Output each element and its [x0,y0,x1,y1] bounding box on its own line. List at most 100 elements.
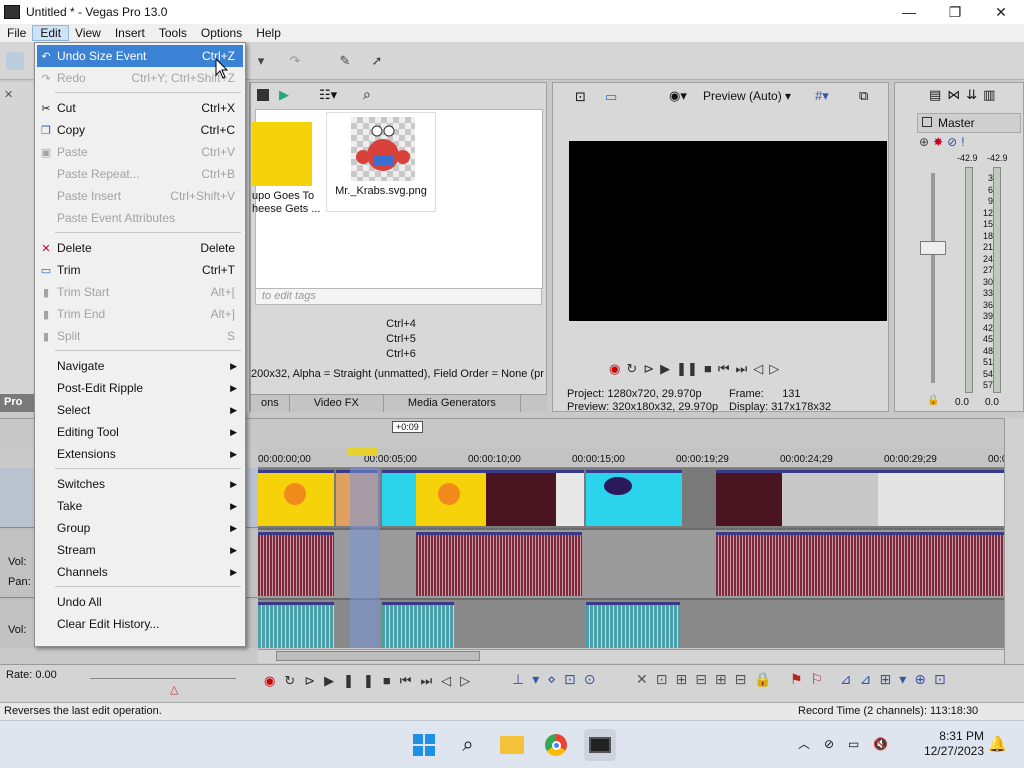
prev-frame-icon[interactable]: ◁ [753,361,763,379]
redo-icon[interactable]: ↷ [286,52,304,70]
go-end-icon[interactable]: ⏭ [736,361,748,379]
maximize-button[interactable]: ❐ [932,0,978,24]
minimize-button[interactable]: — [886,0,932,24]
loop-region[interactable] [348,448,378,456]
clock[interactable]: 8:31 PM 12/27/2023 [918,729,984,759]
help-pointer-icon[interactable]: ➚ [368,52,386,70]
menu-item-take[interactable]: Take ▶ [37,495,243,517]
mixer-toolbar-icons[interactable]: ▤⋈⇊▥ [929,87,1001,103]
stop-icon[interactable]: ■ [704,361,712,379]
preview-quality-select[interactable]: Preview (Auto) ▾ [703,89,791,103]
record-icon[interactable]: ◉ [609,361,620,379]
overlays-icon[interactable]: #▾ [815,88,829,104]
menu-insert[interactable]: Insert [108,26,152,40]
search-icon[interactable]: ⌕ [452,729,484,761]
go-start-icon[interactable]: ⏮ [718,361,730,379]
video-event[interactable] [878,470,1004,526]
scroll-thumb[interactable] [276,651,480,661]
video-event[interactable] [258,470,334,526]
edit-tool-icons[interactable]: ⊥▾⋄⊡⊙ [512,671,603,688]
video-event[interactable] [782,470,878,526]
system-tray-icons[interactable]: ︿⊘▭🔇 [798,735,902,752]
video-event[interactable] [716,470,782,526]
menu-item-undo-size-event[interactable]: ↶ Undo Size Event Ctrl+Z [37,45,243,67]
menu-view[interactable]: View [68,26,108,40]
lock-icon[interactable]: 🔒 [927,395,939,406]
video-event[interactable] [416,470,486,526]
timeline-vertical-scrollbar[interactable] [1004,418,1024,664]
start-button[interactable] [408,729,440,761]
time-ruler[interactable]: 00:00:00;00 00:00:05;00 00:00:10;00 00:0… [258,448,1007,468]
menu-item-navigate[interactable]: Navigate ▶ [37,355,243,377]
video-event[interactable] [486,470,556,526]
menu-item-undo-all[interactable]: Undo All [37,591,243,613]
chrome-icon[interactable] [540,729,572,761]
properties-icon[interactable]: ✎ [336,52,354,70]
tab-transitions[interactable]: ons [251,395,290,412]
views-icon[interactable]: ☷▾ [319,87,337,103]
tags-input[interactable]: to edit tags [255,288,542,305]
close-button[interactable]: ✕ [978,0,1024,24]
timeline-tracks[interactable] [258,468,1004,648]
tab-media-generators[interactable]: Media Generators [384,395,521,412]
menu-item-stream[interactable]: Stream ▶ [37,539,243,561]
menu-item-cut[interactable]: ✂ Cut Ctrl+X [37,97,243,119]
play-icon[interactable]: ▶ [660,361,670,379]
selection-region[interactable] [350,468,380,648]
notification-bell-icon[interactable]: 🔔 [988,735,1007,753]
auto-preview-icon[interactable]: ▶ [279,87,289,103]
mouse-cursor-icon [215,58,229,79]
media-thumb-2[interactable]: Mr._Krabs.svg.png [326,112,436,212]
audio-event[interactable] [258,532,334,596]
menu-item-copy[interactable]: ❐ Copy Ctrl+C [37,119,243,141]
master-fx-icons[interactable]: ⊕✸⊘! [919,135,969,149]
menu-item-switches[interactable]: Switches ▶ [37,473,243,495]
video-event[interactable] [382,470,416,526]
copy-snapshot-icon[interactable]: ⧉ [859,88,868,104]
main-transport-icons[interactable]: ◉↻⊳▶❚❚■⏮⏭◁▷ [264,673,479,689]
pause-icon[interactable]: ❚❚ [676,361,698,379]
master-fader[interactable] [920,241,946,255]
snapping-icons[interactable]: ⊿⊿⊞▾⊕⊡ [840,671,954,688]
new-project-icon[interactable] [6,52,24,70]
menu-item-delete[interactable]: ✕ Delete Delete [37,237,243,259]
tab-project-media[interactable]: Pro [0,394,36,412]
menu-item-extensions[interactable]: Extensions ▶ [37,443,243,465]
edit-action-icons[interactable]: ✕⊡⊞⊟⊞⊟🔒 [636,671,780,688]
rate-slider[interactable] [90,678,236,679]
play-from-start-icon[interactable]: ⊳ [643,361,654,379]
tab-video-fx[interactable]: Video FX [290,395,384,412]
menu-options[interactable]: Options [194,26,249,40]
vegas-taskbar-icon[interactable] [584,729,616,761]
menu-item-clear-edit-history[interactable]: Clear Edit History... [37,613,243,635]
preview-settings-icon[interactable]: ⊡ [575,89,586,105]
menu-help[interactable]: Help [249,26,288,40]
external-monitor-icon[interactable]: ▭ [605,89,617,105]
video-event[interactable] [556,470,584,526]
menu-item-channels[interactable]: Channels ▶ [37,561,243,583]
menu-tools[interactable]: Tools [152,26,194,40]
menu-item-group[interactable]: Group ▶ [37,517,243,539]
stop-icon[interactable] [257,89,269,101]
audio-event[interactable] [382,602,454,648]
search-icon[interactable]: ⌕ [363,86,371,103]
preview-fx-icon[interactable]: ◉▾ [669,88,687,104]
menu-item-editing-tool[interactable]: Editing Tool ▶ [37,421,243,443]
menu-item-trim[interactable]: ▭ Trim Ctrl+T [37,259,243,281]
menu-item-post-edit-ripple[interactable]: Post-Edit Ripple ▶ [37,377,243,399]
audio-event[interactable] [586,602,680,648]
loop-icon[interactable]: ↻ [626,361,637,379]
pane-close-icon[interactable]: ✕ [4,88,13,101]
audio-event[interactable] [716,532,1004,596]
video-event[interactable] [586,470,682,526]
menu-edit[interactable]: Edit [32,25,70,41]
audio-event[interactable] [258,602,334,648]
audio-event[interactable] [416,532,582,596]
menu-file[interactable]: File [0,26,33,40]
next-frame-icon[interactable]: ▷ [769,361,779,379]
marker-icons[interactable]: ⚑⚐ [790,671,831,688]
redo-dropdown-icon[interactable]: ▾ [252,52,270,70]
menu-item-select[interactable]: Select ▶ [37,399,243,421]
timeline-horizontal-scrollbar[interactable] [258,649,1004,663]
file-explorer-icon[interactable] [496,729,528,761]
